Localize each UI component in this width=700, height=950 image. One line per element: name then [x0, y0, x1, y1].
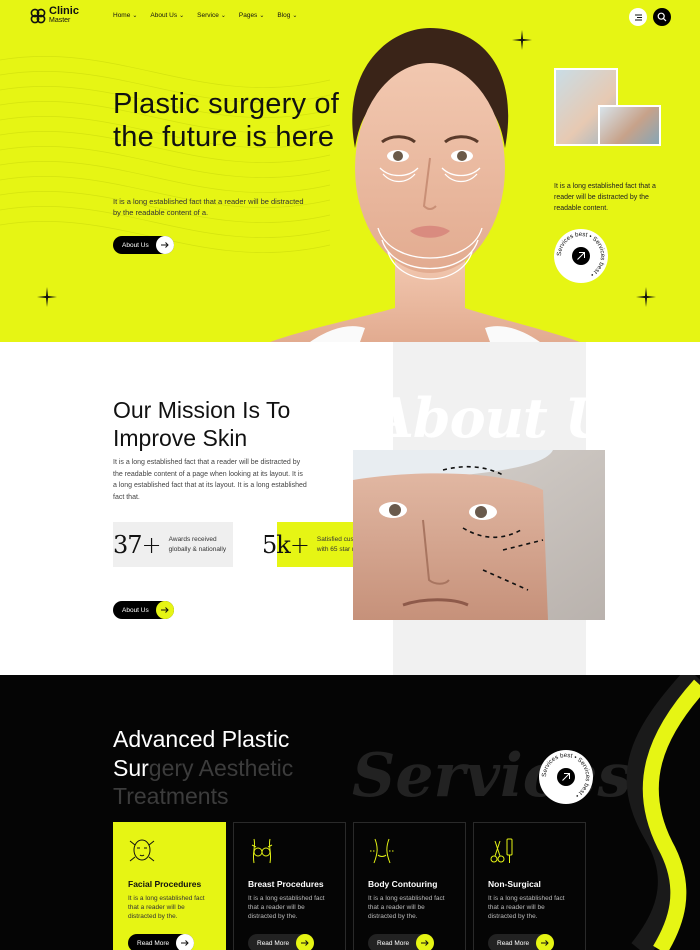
- hero-side-text: It is a long established fact that a rea…: [554, 183, 656, 212]
- services-best-badge[interactable]: Services best • Services best •: [538, 749, 594, 805]
- logo-icon: [30, 8, 46, 24]
- arrow-right-icon: [296, 934, 314, 950]
- card-description: It is a long established fact that a rea…: [248, 895, 325, 920]
- chevron-down-icon: ⌄: [292, 13, 298, 19]
- card-description: It is a long established fact that a rea…: [488, 895, 565, 920]
- read-more-button[interactable]: Read More: [128, 934, 194, 950]
- search-button[interactable]: [653, 8, 671, 26]
- arrow-right-icon: [156, 601, 174, 619]
- read-more-button[interactable]: Read More: [248, 934, 314, 950]
- menu-button[interactable]: [629, 8, 647, 26]
- sparkle-icon: [37, 287, 57, 307]
- arrow-right-icon: [536, 934, 554, 950]
- about-watermark: About Us: [372, 386, 641, 450]
- hamburger-icon: [634, 14, 642, 20]
- logo-subtitle: Master: [49, 17, 71, 24]
- read-more-button[interactable]: Read More: [488, 934, 554, 950]
- hero-about-us-button[interactable]: About Us: [113, 236, 174, 254]
- body-icon: [251, 838, 273, 864]
- service-cards: Facial Procedures It is a long establish…: [113, 822, 586, 950]
- chevron-down-icon: ⌄: [132, 13, 138, 19]
- search-icon: [657, 12, 667, 22]
- nav-item-home[interactable]: Home ⌄: [113, 12, 137, 19]
- arrow-right-icon: [176, 934, 194, 950]
- card-description: It is a long established fact that a rea…: [368, 895, 445, 920]
- about-description: It is a long established fact that a rea…: [113, 459, 307, 501]
- service-card-non-surgical[interactable]: Non-Surgical It is a long established fa…: [473, 822, 586, 950]
- nav-item-about-us[interactable]: About Us ⌄: [150, 12, 184, 19]
- card-title: Non-Surgical: [488, 879, 541, 889]
- about-patient-image: [353, 450, 605, 620]
- card-description: It is a long established fact that a rea…: [128, 895, 205, 920]
- chevron-down-icon: ⌄: [179, 13, 185, 19]
- service-card-body-contouring[interactable]: Body Contouring It is a long established…: [353, 822, 466, 950]
- nav-item-pages[interactable]: Pages ⌄: [239, 12, 264, 19]
- chevron-down-icon: ⌄: [259, 13, 265, 19]
- procedure-photo-2: [598, 105, 661, 146]
- logo[interactable]: Clinic Master: [29, 5, 79, 25]
- about-section: About Us Our Mission Is To Improve Skin …: [0, 342, 700, 675]
- services-best-badge[interactable]: Services best • Services best •: [553, 228, 609, 284]
- service-card-breast[interactable]: Breast Procedures It is a long establish…: [233, 822, 346, 950]
- services-title: Advanced Plastic Surgery Aesthetic Treat…: [113, 726, 294, 809]
- tools-icon: [490, 838, 513, 863]
- sparkle-icon: [636, 287, 656, 307]
- face-icon: [129, 839, 155, 862]
- card-title: Body Contouring: [368, 879, 438, 889]
- nav-menu: Home ⌄ About Us ⌄ Service ⌄ Pages ⌄ Blog ⌄: [113, 12, 297, 19]
- stat-number: 5k: [262, 530, 291, 559]
- waist-icon: [370, 838, 394, 864]
- read-more-button[interactable]: Read More: [368, 934, 434, 950]
- chevron-down-icon: ⌄: [220, 13, 226, 19]
- arrow-right-icon: [416, 934, 434, 950]
- service-card-facial[interactable]: Facial Procedures It is a long establish…: [113, 822, 226, 950]
- card-title: Facial Procedures: [128, 879, 202, 889]
- services-section: Services Advanced Plastic Surgery Aesthe…: [0, 675, 700, 950]
- card-title: Breast Procedures: [248, 879, 324, 889]
- hero-model-image: [270, 28, 580, 342]
- hero-section: Clinic Master Home ⌄ About Us ⌄ Service ⌄ P…: [0, 0, 700, 342]
- main-navigation: Clinic Master Home ⌄ About Us ⌄ Service ⌄ P…: [0, 0, 700, 34]
- about-title: Our Mission Is To Improve Skin: [113, 397, 291, 451]
- stat-number: 37: [113, 530, 143, 559]
- about-us-button[interactable]: About Us: [113, 601, 174, 619]
- stat-awards: 37+ Awards received globally & nationall…: [113, 522, 233, 567]
- stat-label: Awards received globally & nationally: [168, 535, 227, 553]
- arrow-right-icon: [156, 236, 174, 254]
- logo-title: Clinic: [49, 5, 79, 17]
- nav-item-blog[interactable]: Blog ⌄: [277, 12, 297, 19]
- nav-item-service[interactable]: Service ⌄: [197, 12, 226, 19]
